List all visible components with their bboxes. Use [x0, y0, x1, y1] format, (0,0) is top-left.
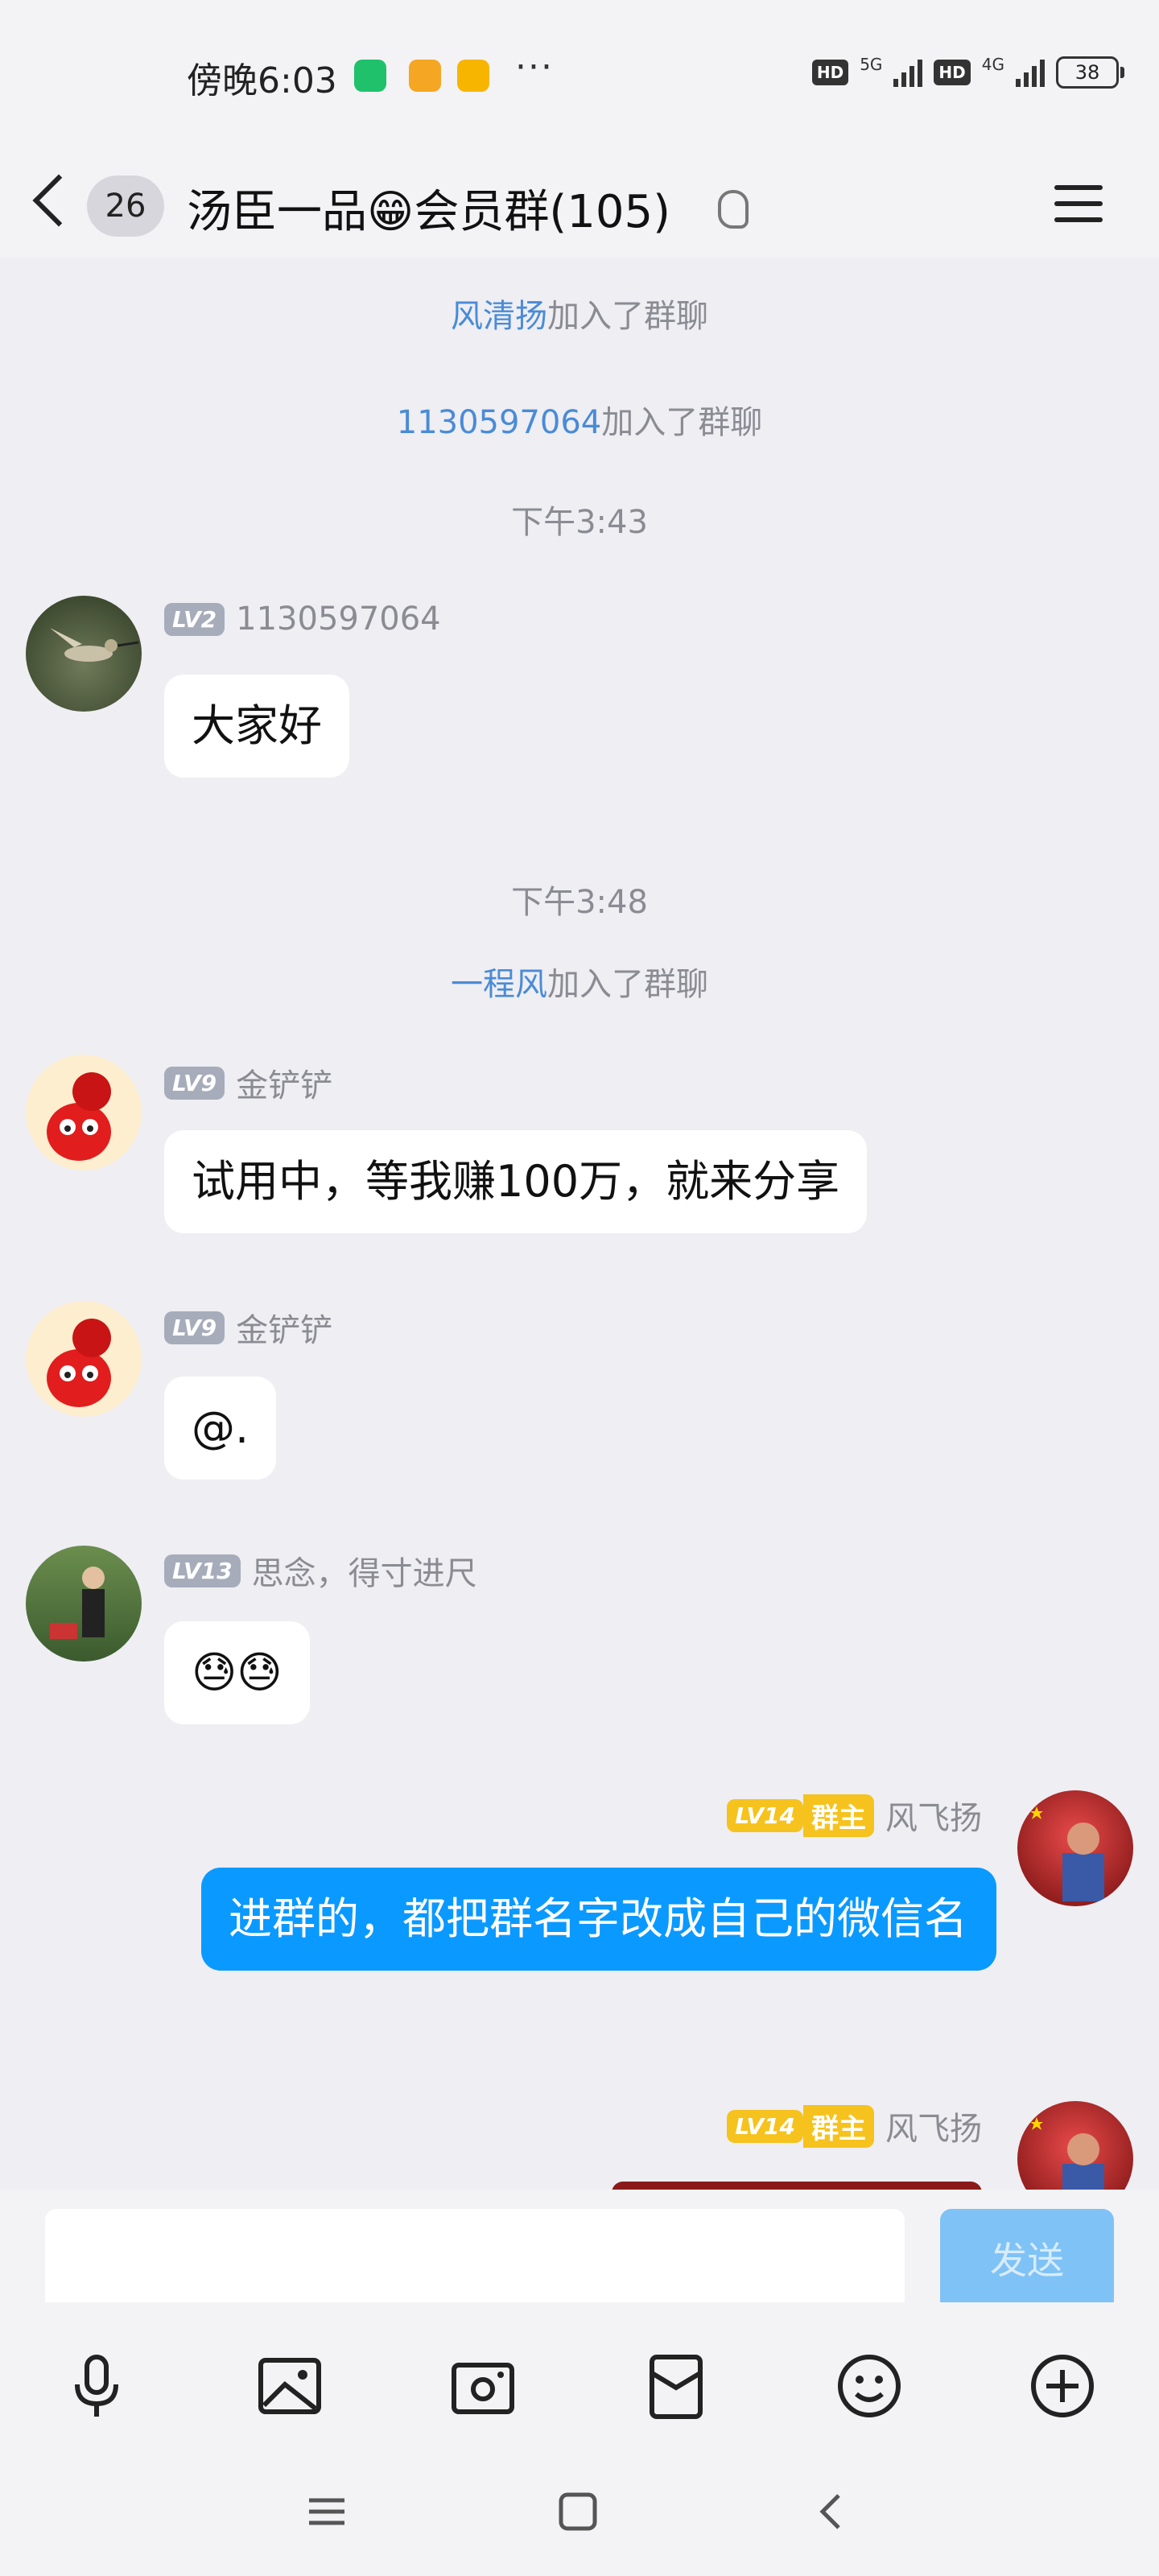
send-button[interactable]: 发送 — [940, 2209, 1114, 2312]
sender-name[interactable]: 风飞扬 — [885, 1792, 982, 1839]
sender-name[interactable]: 思念，得寸进尺 — [252, 1547, 477, 1594]
more-notifications-icon: ··· — [515, 47, 554, 88]
sender-name[interactable]: 金铲铲 — [236, 1304, 332, 1351]
mail-notification-icon — [409, 60, 441, 92]
unread-count-badge[interactable]: 26 — [87, 175, 164, 237]
avatar[interactable] — [26, 1301, 142, 1417]
home-icon[interactable] — [557, 2491, 599, 2533]
owner-badge: 群主 — [803, 1794, 874, 1837]
owner-avatar-icon — [1030, 1806, 1104, 1901]
message-meta: LV14 群主 风飞扬 — [727, 2103, 982, 2149]
system-message: 1130597064加入了群聊 — [0, 396, 1159, 443]
avatar[interactable] — [26, 1546, 142, 1662]
input-bar: 发送 — [0, 2190, 1159, 2312]
system-message-name[interactable]: 1130597064 — [397, 404, 602, 441]
shield-notification-icon — [354, 60, 386, 92]
microphone-icon[interactable] — [63, 2352, 130, 2420]
photo-icon[interactable] — [256, 2352, 324, 2420]
group-title: 汤臣一品😁会员群(105) — [187, 186, 670, 238]
chat-header: 26 汤臣一品😁会员群(105) — [0, 145, 1159, 258]
network-4g-label: 4G — [981, 55, 1004, 74]
system-nav-bar — [0, 2455, 1159, 2576]
battery-icon: 38 — [1056, 56, 1124, 89]
timestamp: 下午3:43 — [511, 504, 648, 541]
plus-icon[interactable] — [1029, 2352, 1096, 2420]
message-meta: LV9 金铲铲 — [164, 1059, 332, 1106]
cloud-notification-icon — [457, 60, 489, 92]
status-right: HD 5G HD 4G 38 — [811, 55, 1124, 89]
status-bar: 傍晚6:03 ··· HD 5G HD 4G 38 — [0, 0, 1159, 145]
message-input[interactable] — [45, 2209, 905, 2312]
timestamp: 下午3:48 — [511, 884, 648, 921]
signal-bars-icon — [893, 58, 923, 87]
message-bubble[interactable]: 试用中，等我赚100万，就来分享 — [164, 1130, 868, 1233]
hd-badge-1: HD — [811, 60, 849, 85]
red-mascot-avatar-icon — [47, 1072, 111, 1161]
signal-bars-icon-2 — [1016, 58, 1045, 87]
back-nav-icon[interactable] — [811, 2491, 853, 2533]
hd-badge-2: HD — [934, 60, 971, 85]
owner-badge: 群主 — [803, 2104, 874, 2148]
message-meta: LV2 1130597064 — [164, 601, 441, 638]
red-packet-icon[interactable] — [642, 2352, 710, 2420]
earpiece-mode-icon[interactable] — [718, 190, 749, 229]
avatar[interactable] — [26, 1055, 142, 1170]
emoji-icon[interactable] — [835, 2352, 903, 2420]
sender-name[interactable]: 金铲铲 — [236, 1059, 332, 1106]
message-meta: LV14 群主 风飞扬 — [727, 1792, 982, 1839]
level-badge: LV9 — [164, 1311, 225, 1344]
camera-icon[interactable] — [449, 2352, 517, 2420]
sender-name[interactable]: 1130597064 — [236, 601, 441, 638]
message-meta: LV9 金铲铲 — [164, 1304, 332, 1351]
level-badge: LV14 — [727, 2109, 803, 2143]
sender-name[interactable]: 风飞扬 — [885, 2103, 982, 2149]
level-badge: LV2 — [164, 602, 225, 636]
status-time: 傍晚6:03 — [187, 60, 337, 101]
system-message: 风清扬加入了群聊 — [0, 290, 1159, 336]
system-message-text: 加入了群聊 — [601, 404, 763, 441]
system-message-name[interactable]: 风清扬 — [451, 298, 547, 335]
chat-toolbar — [0, 2302, 1159, 2455]
level-badge: LV14 — [727, 1798, 803, 1832]
message-meta: LV13 思念，得寸进尺 — [164, 1547, 477, 1594]
red-mascot-avatar-icon — [47, 1319, 111, 1407]
network-5g-label: 5G — [860, 55, 883, 74]
recent-apps-icon[interactable] — [306, 2491, 348, 2533]
hummingbird-avatar-icon — [50, 628, 139, 662]
level-badge: LV13 — [164, 1554, 241, 1587]
level-badge: LV9 — [164, 1066, 225, 1100]
avatar[interactable] — [26, 596, 142, 712]
person-avatar-icon — [50, 1567, 105, 1639]
back-icon[interactable] — [32, 174, 85, 227]
system-message-text: 加入了群聊 — [547, 966, 708, 1003]
message-bubble[interactable]: 大家好 — [164, 675, 349, 778]
menu-icon[interactable] — [1054, 185, 1103, 233]
message-bubble[interactable]: 进群的，都把群名字改成自己的微信名 — [201, 1868, 996, 1971]
system-message-name[interactable]: 一程风 — [451, 966, 547, 1003]
system-message: 一程风加入了群聊 — [0, 958, 1159, 1005]
system-message-text: 加入了群聊 — [547, 298, 708, 335]
message-bubble[interactable]: 😓😓 — [164, 1621, 310, 1724]
message-bubble[interactable]: @. — [164, 1377, 277, 1480]
avatar[interactable] — [1017, 1790, 1133, 1906]
